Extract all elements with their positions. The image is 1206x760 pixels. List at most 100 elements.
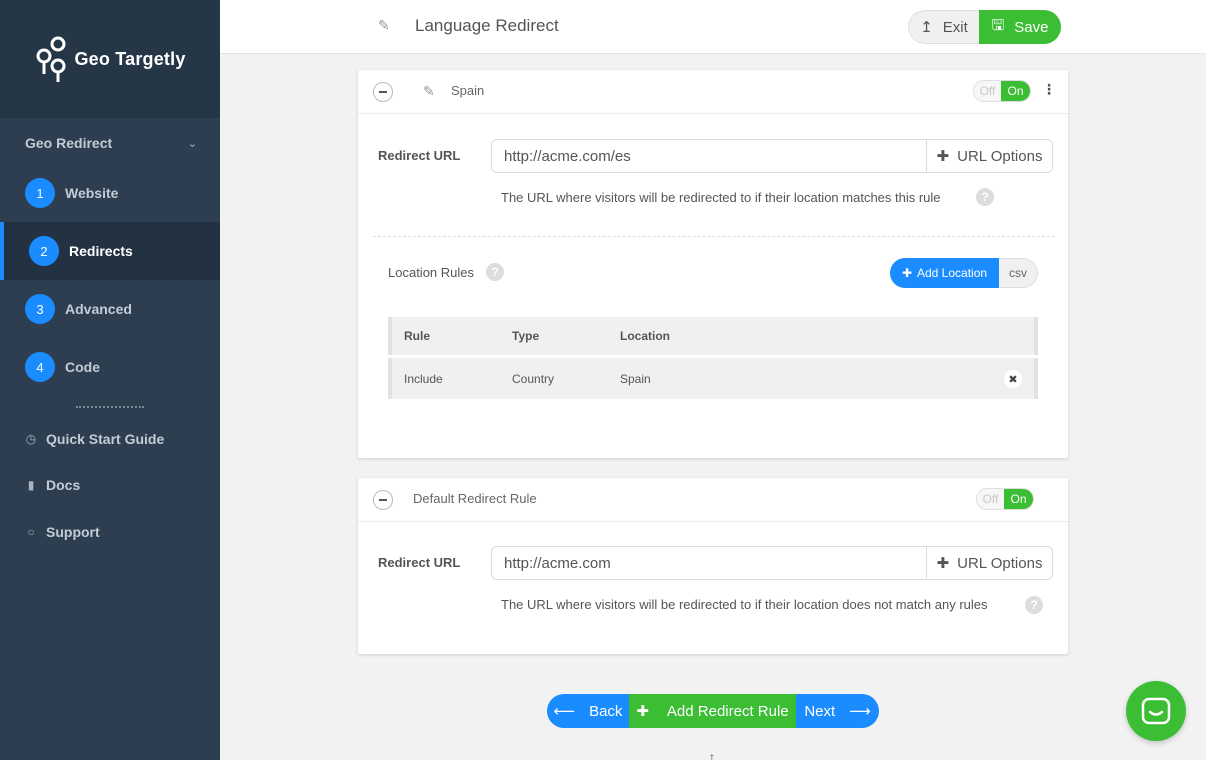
help-question-icon[interactable]: ? [486, 263, 504, 281]
sidebar-link-label: Docs [46, 477, 81, 493]
help-question-icon[interactable]: ? [1025, 596, 1043, 614]
add-location-button[interactable]: ✚ Add Location [890, 258, 999, 288]
location-actions: ✚ Add Location csv [890, 258, 1038, 288]
sidebar-link-quick-start-guide[interactable]: ◷ Quick Start Guide [25, 431, 165, 447]
wizard-navigation: ⟵ Back ✚ Add Redirect Rule Next ⟶ [547, 694, 879, 728]
default-redirect-url-field: ✚ URL Options [491, 546, 1053, 580]
collapse-rule-button[interactable] [373, 82, 393, 102]
add-redirect-rule-button[interactable]: ✚ Add Redirect Rule [629, 694, 796, 728]
save-disk-icon: 🖫 [991, 16, 1005, 34]
book-icon: ▮ [27, 478, 35, 492]
sidebar-divider [76, 406, 144, 408]
arrow-up-icon: ↑ [709, 750, 715, 760]
brand-name: Geo Targetly [74, 48, 186, 69]
add-location-label: Add Location [917, 266, 988, 280]
table-header-location: Location [620, 329, 670, 343]
more-options-icon[interactable]: ⋮ [1042, 81, 1056, 98]
logo[interactable]: Geo Targetly [0, 0, 220, 118]
clock-icon: ◷ [25, 432, 37, 446]
rule-on-off-toggle[interactable]: Off On [973, 80, 1031, 102]
step-label: Code [65, 359, 100, 375]
exit-label: Exit [942, 18, 968, 36]
default-rule-on-off-toggle[interactable]: Off On [976, 488, 1034, 510]
toggle-off-label: Off [977, 489, 1004, 509]
url-options-button[interactable]: ✚ URL Options [926, 547, 1052, 579]
back-button[interactable]: ⟵ Back [547, 694, 629, 728]
sidebar-link-label: Support [46, 524, 100, 540]
default-rule-name: Default Redirect Rule [413, 491, 537, 506]
chat-smile-icon [1141, 697, 1171, 725]
edit-title-icon[interactable]: ✎ [378, 17, 390, 34]
step-number-badge: 3 [25, 294, 55, 324]
help-question-icon[interactable]: ? [976, 188, 994, 206]
step-label: Advanced [65, 301, 132, 317]
arrow-right-icon: ⟶ [849, 703, 871, 720]
table-row: Include Country Spain ✖ [388, 358, 1038, 399]
collapse-default-rule-button[interactable] [373, 490, 393, 510]
sidebar-step-code[interactable]: 4 Code [0, 338, 220, 396]
sidebar-section-geo-redirect[interactable]: Geo Redirect ⌄ [25, 135, 197, 151]
step-label: Website [65, 185, 119, 201]
sidebar-link-docs[interactable]: ▮ Docs [25, 477, 81, 493]
redirect-url-help-text: The URL where visitors will be redirecte… [501, 190, 941, 205]
url-options-label: URL Options [957, 554, 1043, 572]
redirect-url-label: Redirect URL [378, 148, 461, 163]
sidebar: Geo Targetly Geo Redirect ⌄ 1 Website 2 … [0, 0, 220, 760]
default-redirect-help-text: The URL where visitors will be redirecte… [501, 597, 988, 612]
toggle-on-label: On [1001, 81, 1030, 101]
chat-bubble-icon: ○ [27, 525, 35, 539]
table-cell-rule: Include [404, 371, 443, 386]
redirect-url-input[interactable] [492, 140, 926, 172]
url-options-label: URL Options [957, 147, 1043, 165]
remove-location-icon[interactable]: ✖ [1004, 370, 1022, 388]
location-pins-logo-icon [36, 36, 66, 82]
top-bar: ✎ Language Redirect ↥ Exit 🖫 Save [220, 0, 1206, 54]
sidebar-link-label: Quick Start Guide [46, 431, 165, 447]
redirect-url-field: ✚ URL Options [491, 139, 1053, 173]
toggle-off-label: Off [974, 81, 1001, 101]
exit-arrow-icon: ↥ [920, 19, 933, 36]
back-label: Back [589, 702, 623, 720]
default-redirect-rule-card: Default Redirect Rule Off On Redirect UR… [358, 478, 1068, 654]
plus-icon: ✚ [636, 703, 649, 720]
step-label: Redirects [69, 243, 133, 259]
save-button[interactable]: 🖫 Save [979, 10, 1061, 44]
table-header-rule: Rule [404, 329, 431, 343]
chat-widget-button[interactable] [1126, 681, 1186, 741]
default-rule-card-header: Default Redirect Rule Off On [358, 478, 1068, 522]
save-label: Save [1014, 18, 1049, 36]
section-divider [373, 236, 1055, 237]
edit-rule-name-icon[interactable]: ✎ [423, 83, 435, 100]
url-options-button[interactable]: ✚ URL Options [926, 140, 1052, 172]
default-redirect-url-label: Redirect URL [378, 555, 461, 570]
toggle-on-label: On [1004, 489, 1033, 509]
location-rules-table: Rule Type Location Include Country Spain… [388, 317, 1038, 399]
sidebar-section-label: Geo Redirect [25, 135, 113, 151]
default-redirect-url-input[interactable] [492, 547, 926, 579]
csv-button[interactable]: csv [999, 258, 1038, 288]
rule-card-header: ✎ Spain Off On ⋮ [358, 70, 1068, 114]
plus-icon: ✚ [936, 148, 950, 165]
rule-name[interactable]: Spain [451, 83, 484, 98]
table-header-row: Rule Type Location [388, 317, 1038, 355]
plus-icon: ✚ [901, 266, 912, 280]
step-number-badge: 4 [25, 352, 55, 382]
csv-label: csv [1009, 266, 1027, 280]
table-header-type: Type [512, 329, 540, 343]
table-cell-type: Country [512, 371, 555, 386]
sidebar-step-redirects[interactable]: 2 Redirects [0, 222, 220, 280]
next-label: Next [804, 702, 836, 720]
add-redirect-rule-label: Add Redirect Rule [666, 702, 789, 720]
page-title[interactable]: Language Redirect [415, 16, 559, 36]
sidebar-link-support[interactable]: ○ Support [25, 524, 100, 540]
next-button[interactable]: Next ⟶ [796, 694, 879, 728]
sidebar-step-website[interactable]: 1 Website [0, 164, 220, 222]
table-cell-location: Spain [620, 371, 651, 386]
location-rules-title: Location Rules [388, 265, 474, 280]
chevron-down-icon: ⌄ [187, 137, 197, 150]
exit-button[interactable]: ↥ Exit [908, 10, 979, 44]
arrow-left-icon: ⟵ [553, 703, 576, 720]
plus-icon: ✚ [936, 555, 950, 572]
sidebar-step-advanced[interactable]: 3 Advanced [0, 280, 220, 338]
header-actions: ↥ Exit 🖫 Save [908, 10, 1061, 44]
